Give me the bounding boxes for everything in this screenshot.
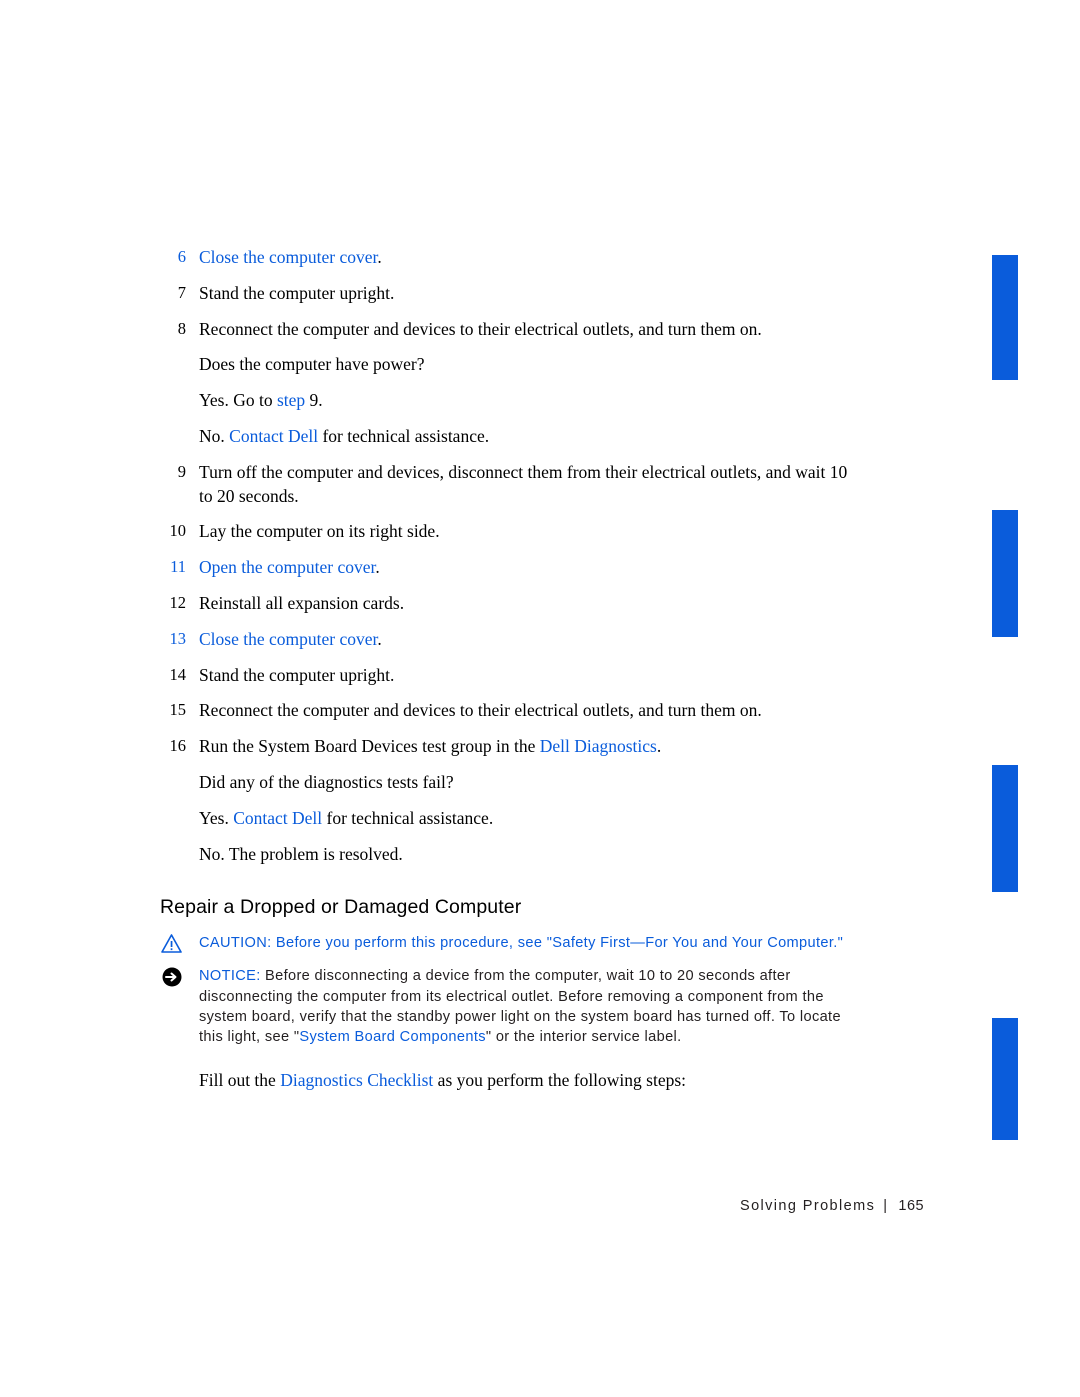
link-close-computer-cover-2[interactable]: Close the computer cover [199,629,377,649]
link-close-computer-cover[interactable]: Close the computer cover [199,247,377,267]
step-text: Stand the computer upright. [199,664,395,685]
fillout-prefix: Fill out the [199,1069,281,1090]
step-number: 11 [170,557,186,577]
page-content: 6 Close the computer cover. 7 Stand the … [160,246,860,1093]
step-text: Stand the computer upright. [199,282,395,303]
step-period: . [377,628,382,649]
edge-tab-marker-2 [992,510,1018,637]
caution-text: CAUTION: Before you perform this procedu… [199,935,843,951]
list-item: 7 Stand the computer upright. [160,282,860,306]
step-period: . [377,247,382,267]
step-number: 14 [169,664,187,684]
page-title: Repair a Dropped or Damaged Computer [160,896,522,919]
link-contact-dell[interactable]: Contact Dell [229,426,318,446]
step-text: Close the computer cover. [199,246,860,270]
edge-tab-marker-3 [992,765,1018,892]
link-contact-dell-2[interactable]: Contact Dell [233,808,322,828]
answer-yes-step9: Yes. Go to step 9. [160,389,860,413]
notice-text: NOTICE: Before disconnecting a device fr… [199,968,841,1044]
step-number: 13 [169,628,187,648]
caution-keyword: CAUTION: [199,935,272,952]
link-dell-diagnostics[interactable]: Dell Diagnostics [540,736,657,756]
step-number: 15 [169,700,187,720]
step-text: Reconnect the computer and devices to th… [199,700,762,721]
list-item: 16 Run the System Board Devices test gro… [160,735,860,759]
step-text: Open the computer cover. [199,556,860,580]
step-number: 9 [177,461,186,481]
answer-prefix: No. [199,425,230,446]
step-text-prefix: Run the System Board Devices test group … [199,736,540,757]
step-text: Reconnect the computer and devices to th… [199,318,762,339]
notice-arrow-icon [161,966,183,988]
footer-content: Solving Problems | 165 [740,1198,924,1214]
notice-admonition: NOTICE: Before disconnecting a device fr… [160,966,860,1047]
question-diagnostics-fail: Did any of the diagnostics tests fail? [199,771,454,792]
step-number: 7 [177,282,186,302]
fillout-suffix: as you perform the following steps: [433,1069,687,1090]
edge-tab-marker-1 [992,255,1018,380]
caution-admonition: CAUTION: Before you perform this procedu… [160,933,860,954]
list-item: 8 Reconnect the computer and devices to … [160,318,860,342]
list-item: 15 Reconnect the computer and devices to… [160,699,860,723]
step-period: . [375,557,380,578]
document-page: 6 Close the computer cover. 7 Stand the … [0,0,1080,1397]
step-text-suffix: . [656,736,662,757]
list-item: 6 Close the computer cover. [160,246,860,270]
step-text: Close the computer cover. [199,628,860,652]
answer-prefix: Yes. Go to [199,390,277,411]
list-item: 11 Open the computer cover. [160,556,860,580]
answer-prefix: Yes. [199,807,234,828]
step-number: 16 [169,736,187,756]
list-item: 12 Reinstall all expansion cards. [160,592,860,616]
step-text: Lay the computer on its right side. [199,521,440,542]
caution-text-prefix: Before you perform this procedure, see " [271,935,553,952]
link-system-board-components[interactable]: System Board Components [299,1029,486,1045]
step-number: 12 [169,592,187,612]
link-safety-first[interactable]: Safety First—For You and Your Computer [552,935,833,951]
step-text: Run the System Board Devices test group … [199,735,860,759]
answer-suffix: for technical assistance. [318,425,490,446]
answer-suffix: for technical assistance. [322,807,494,828]
step-number: 8 [177,318,186,338]
question-power: Does the computer have power? [199,354,425,375]
caution-text-suffix: ." [833,935,844,952]
step-number: 6 [177,247,186,266]
edge-tab-marker-4 [992,1018,1018,1140]
fillout-instruction: Fill out the Diagnostics Checklist as yo… [160,1069,860,1093]
answer-suffix: 9. [305,390,323,411]
list-item: 13 Close the computer cover. [160,628,860,652]
footer-section-title: Solving Problems [740,1198,876,1214]
notice-keyword: NOTICE: [199,968,261,985]
answer-no-resolved: No. The problem is resolved. [199,843,403,864]
footer-separator: | [883,1198,889,1214]
notice-text-suffix: " or the interior service label. [485,1028,682,1045]
list-item: 9 Turn off the computer and devices, dis… [160,461,860,509]
footer-page-number: 165 [898,1198,925,1214]
link-diagnostics-checklist[interactable]: Diagnostics Checklist [280,1070,433,1090]
answer-no-contact-dell: No. Contact Dell for technical assistanc… [160,425,860,449]
list-item: 10 Lay the computer on its right side. [160,520,860,544]
step-text: Reinstall all expansion cards. [199,592,405,613]
step-number: 10 [169,521,187,541]
link-open-computer-cover[interactable]: Open the computer cover [199,557,375,577]
answer-yes-contact-dell: Yes. Contact Dell for technical assistan… [160,807,860,831]
list-item: 14 Stand the computer upright. [160,664,860,688]
step-text: Turn off the computer and devices, disco… [199,461,848,506]
caution-triangle-icon [161,934,182,954]
link-step[interactable]: step [277,390,305,410]
